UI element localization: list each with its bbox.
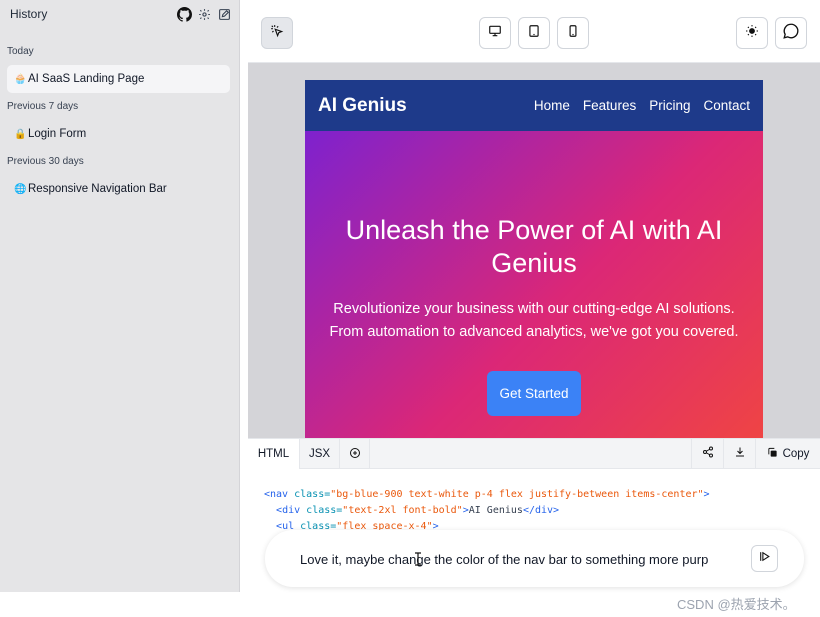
history-item-responsive-navigation-bar[interactable]: 🌐 Responsive Navigation Bar (7, 175, 230, 203)
section-label-today: Today (7, 46, 34, 57)
gear-icon[interactable] (196, 6, 212, 22)
download-button[interactable] (723, 439, 755, 469)
history-item-label: Responsive Navigation Bar (28, 183, 167, 195)
get-started-button[interactable]: Get Started (487, 371, 581, 416)
copy-label: Copy (782, 448, 810, 460)
preview-canvas: AI Genius Home Features Pricing Contact … (248, 63, 820, 438)
nav-link-home[interactable]: Home (534, 98, 570, 113)
nav-link-features[interactable]: Features (583, 98, 636, 113)
send-button[interactable] (751, 545, 778, 572)
history-sidebar: History Today 🧁 AI SaaS Landing Page Pre… (0, 0, 240, 592)
site-hero: Unleash the Power of AI with AI Genius R… (305, 131, 763, 438)
tab-jsx[interactable]: JSX (300, 439, 340, 469)
cupcake-icon: 🧁 (14, 73, 27, 85)
text-cursor-icon (414, 552, 422, 571)
tab-html[interactable]: HTML (248, 439, 300, 469)
history-item-label: Login Form (28, 128, 87, 140)
history-item-login-form[interactable]: 🔒 Login Form (7, 120, 230, 148)
pointer-select-icon (270, 24, 284, 43)
copy-button[interactable]: Copy (755, 439, 820, 469)
send-icon (758, 550, 771, 568)
sidebar-title: History (10, 7, 48, 21)
section-label-previous-30-days: Previous 30 days (7, 156, 84, 167)
desktop-view-button[interactable] (479, 17, 511, 49)
mobile-icon (566, 24, 580, 43)
code-line: <nav class="bg-blue-900 text-white p-4 f… (264, 489, 710, 500)
site-nav-links: Home Features Pricing Contact (534, 98, 750, 113)
code-view: <nav class="bg-blue-900 text-white p-4 f… (264, 487, 710, 535)
sun-icon (745, 24, 759, 43)
mobile-view-button[interactable] (557, 17, 589, 49)
history-item-ai-saas-landing-page[interactable]: 🧁 AI SaaS Landing Page (7, 65, 230, 93)
tablet-view-button[interactable] (518, 17, 550, 49)
nav-link-contact[interactable]: Contact (703, 98, 750, 113)
site-logo: AI Genius (318, 94, 407, 116)
globe-icon: 🌐 (14, 183, 27, 195)
download-icon (734, 445, 746, 463)
theme-toggle-button[interactable] (736, 17, 768, 49)
tablet-icon (527, 24, 541, 43)
github-icon[interactable] (176, 6, 192, 22)
sidebar-header-icons (176, 6, 232, 22)
sidebar-header: History (10, 6, 232, 22)
share-icon (702, 445, 714, 463)
generated-site-preview: AI Genius Home Features Pricing Contact … (305, 80, 763, 438)
lock-icon: 🔒 (14, 128, 27, 140)
prompt-box (265, 530, 804, 587)
hero-subtitle: Revolutionize your business with our cut… (329, 301, 739, 340)
code-line: <div class="text-2xl font-bold">AI Geniu… (276, 505, 560, 516)
select-element-button[interactable] (261, 17, 293, 49)
prompt-input[interactable] (300, 550, 740, 568)
app-window: History Today 🧁 AI SaaS Landing Page Pre… (0, 0, 820, 617)
chat-bubble-icon (782, 22, 800, 45)
preview-toolbar (248, 5, 820, 63)
site-nav-bar: AI Genius Home Features Pricing Contact (305, 80, 763, 131)
watermark: CSDN @热爱技术。 (677, 597, 796, 612)
history-item-label: AI SaaS Landing Page (28, 73, 145, 85)
nav-link-pricing[interactable]: Pricing (649, 98, 690, 113)
code-tabs: HTML JSX Copy (248, 439, 820, 469)
add-tab-button[interactable] (340, 439, 370, 469)
edit-icon[interactable] (216, 6, 232, 22)
copy-icon (767, 447, 778, 461)
desktop-icon (488, 24, 502, 43)
chat-button[interactable] (775, 17, 807, 49)
section-label-previous-7-days: Previous 7 days (7, 101, 79, 112)
hero-title: Unleash the Power of AI with AI Genius (345, 215, 723, 278)
share-button[interactable] (691, 439, 723, 469)
plus-circle-icon (349, 447, 361, 462)
